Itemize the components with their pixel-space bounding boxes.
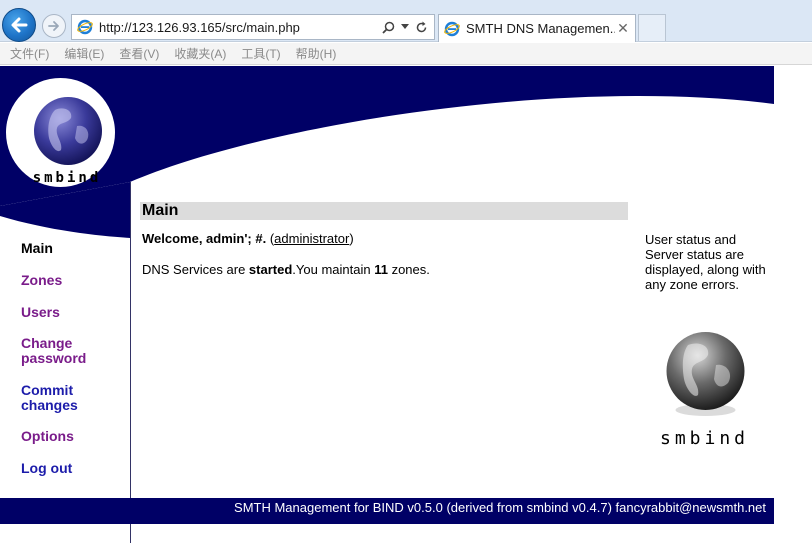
arrow-left-icon: [11, 17, 28, 33]
tab-title: SMTH DNS Managemen...: [466, 21, 615, 36]
status-prefix: DNS Services are: [142, 262, 249, 277]
menu-view[interactable]: 查看(V): [119, 45, 159, 62]
menu-bar: 文件(F) 编辑(E) 查看(V) 收藏夹(A) 工具(T) 帮助(H): [0, 43, 812, 65]
menu-help[interactable]: 帮助(H): [296, 45, 337, 62]
nav-label: Commit: [21, 382, 74, 398]
ie-icon: [444, 21, 460, 36]
menu-favorites[interactable]: 收藏夹(A): [174, 45, 226, 62]
browser-toolbar: http://123.126.93.165/src/main.php SMTH …: [0, 0, 812, 42]
address-bar[interactable]: http://123.126.93.165/src/main.php: [71, 14, 435, 40]
nav-item-main[interactable]: Main: [21, 241, 53, 256]
sidebar-divider: [130, 182, 131, 543]
browser-tab[interactable]: SMTH DNS Managemen... ✕: [438, 14, 636, 42]
new-tab-button[interactable]: [638, 14, 666, 41]
nav-label: changes: [21, 397, 78, 413]
page-content: smbind Main Zones Users Change password …: [0, 66, 812, 543]
close-icon[interactable]: ✕: [615, 20, 631, 37]
welcome-text: Welcome, admin'; #.: [142, 231, 267, 246]
service-state: started: [248, 262, 293, 277]
status-message: DNS Services are started.You maintain 11…: [142, 262, 430, 277]
menu-file[interactable]: 文件(F): [10, 45, 49, 62]
help-text: User status and Server status are displa…: [645, 232, 766, 292]
nav-label: Change: [21, 335, 73, 351]
nav-item-users[interactable]: Users: [21, 305, 60, 320]
footer-text: SMTH Management for BIND v0.5.0 (derived…: [234, 500, 766, 515]
nav-item-zones[interactable]: Zones: [21, 273, 62, 288]
ie-icon: [77, 19, 93, 35]
right-logo-text: smbind: [660, 428, 750, 449]
address-tools: [382, 21, 428, 34]
chevron-down-icon[interactable]: [401, 24, 409, 30]
refresh-icon[interactable]: [415, 21, 428, 34]
globe-icon: [34, 97, 102, 165]
welcome-paren-close: ): [349, 231, 354, 246]
browser-chrome: http://123.126.93.165/src/main.php SMTH …: [0, 0, 812, 66]
arrow-right-icon: [48, 21, 59, 31]
logo: smbind: [6, 78, 115, 187]
logo-text: smbind: [32, 170, 102, 186]
zone-count: 11: [374, 262, 388, 277]
header-banner: [0, 66, 774, 243]
menu-tools[interactable]: 工具(T): [241, 45, 280, 62]
welcome-message: Welcome, admin'; #. (administrator): [142, 231, 354, 246]
nav-item-logout[interactable]: Log out: [21, 461, 72, 476]
globe-icon: [666, 332, 745, 416]
role-link[interactable]: administrator: [274, 231, 349, 246]
status-suffix: zones.: [387, 262, 430, 277]
nav-item-options[interactable]: Options: [21, 429, 74, 444]
forward-button[interactable]: [42, 14, 66, 38]
welcome-paren-open: (: [266, 231, 275, 246]
nav-item-commit-changes[interactable]: Commit changes: [21, 383, 121, 413]
page-title: Main: [140, 202, 628, 220]
menu-edit[interactable]: 编辑(E): [64, 45, 104, 62]
search-icon[interactable]: [382, 21, 395, 34]
url-text[interactable]: http://123.126.93.165/src/main.php: [99, 20, 382, 35]
status-mid: .You maintain: [292, 262, 375, 277]
footer: SMTH Management for BIND v0.5.0 (derived…: [0, 498, 774, 524]
nav-label: password: [21, 350, 87, 366]
nav-item-change-password[interactable]: Change password: [21, 336, 121, 366]
back-button[interactable]: [2, 8, 36, 42]
